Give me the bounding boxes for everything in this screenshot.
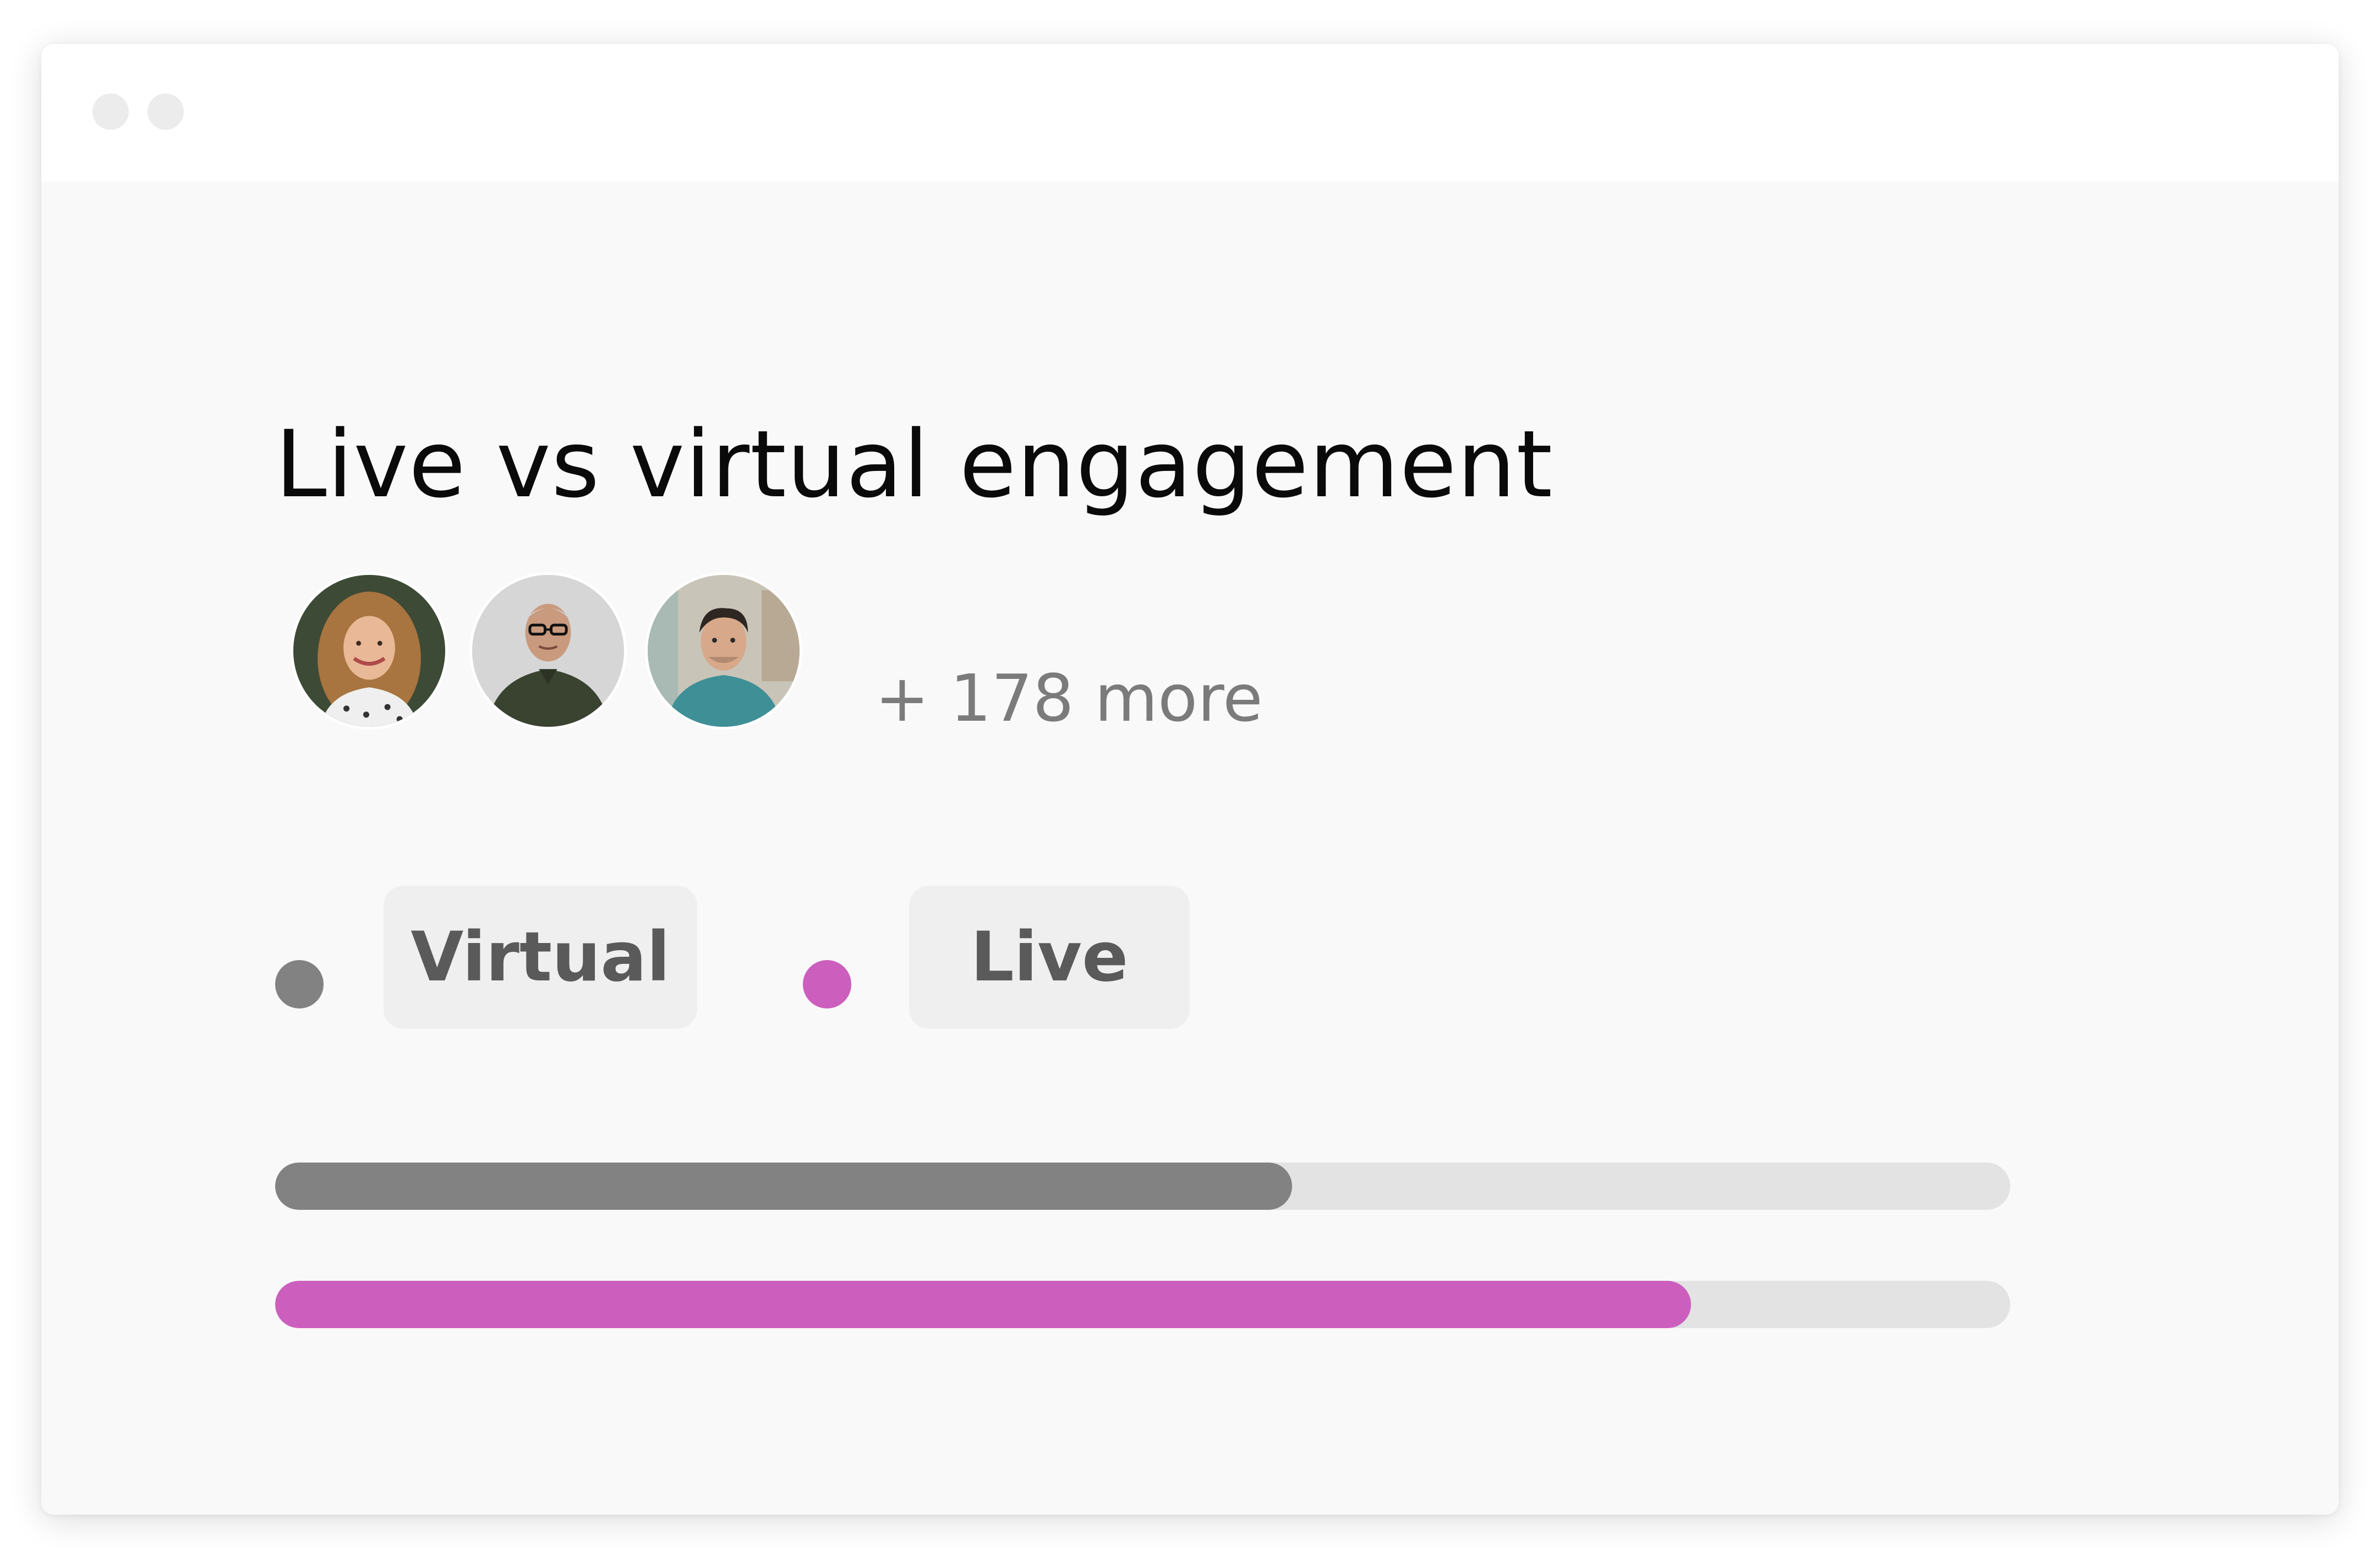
virtual-legend-chip[interactable]: Virtual <box>384 886 697 1029</box>
page-title: Live vs virtual engagement <box>275 410 1553 518</box>
live-engagement-bar <box>275 1281 2010 1328</box>
live-legend-dot <box>803 960 851 1008</box>
virtual-engagement-fill <box>275 1163 1292 1210</box>
avatar[interactable] <box>645 572 802 730</box>
virtual-legend-dot <box>275 960 324 1008</box>
app-window: Live vs virtual engagement + 178 more Vi… <box>41 44 2339 1515</box>
virtual-engagement-bar <box>275 1163 2010 1210</box>
avatar-woman-image <box>293 575 445 727</box>
more-attendees-count[interactable]: + 178 more <box>875 666 1263 731</box>
live-engagement-fill <box>275 1281 1691 1328</box>
avatar-man-glasses-image <box>472 575 624 727</box>
window-titlebar <box>41 44 2339 182</box>
avatar[interactable] <box>291 572 448 730</box>
avatar-young-man-image <box>648 575 800 727</box>
avatar[interactable] <box>469 572 627 730</box>
window-control-dot[interactable] <box>147 94 184 130</box>
live-legend-chip[interactable]: Live <box>909 886 1190 1029</box>
window-control-dot[interactable] <box>92 94 129 130</box>
